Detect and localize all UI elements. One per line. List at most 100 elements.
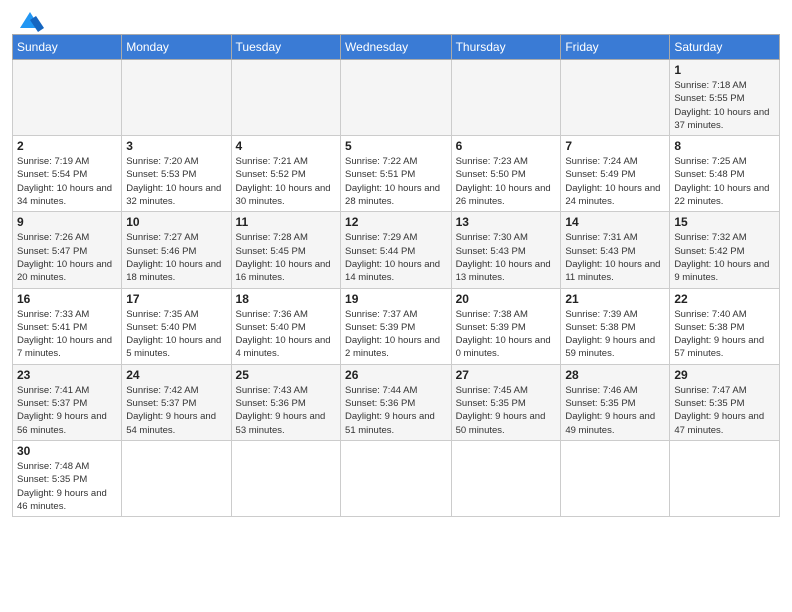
day-info: Sunrise: 7:43 AM Sunset: 5:36 PM Dayligh…	[236, 384, 337, 437]
calendar-cell: 4Sunrise: 7:21 AM Sunset: 5:52 PM Daylig…	[231, 136, 341, 212]
day-number: 22	[674, 292, 775, 306]
calendar-week-5: 23Sunrise: 7:41 AM Sunset: 5:37 PM Dayli…	[13, 364, 780, 440]
day-number: 14	[565, 215, 665, 229]
page: SundayMondayTuesdayWednesdayThursdayFrid…	[0, 0, 792, 612]
calendar-cell	[561, 440, 670, 516]
calendar-cell: 29 Sunrise: 7:47 AM Sunset: 5:35 PM Dayli…	[670, 364, 780, 440]
day-number: 8	[674, 139, 775, 153]
calendar-cell	[451, 60, 561, 136]
day-number: 10	[126, 215, 226, 229]
day-info: Sunrise: 7:29 AM Sunset: 5:44 PM Dayligh…	[345, 231, 447, 284]
day-info: Sunrise: 7:22 AM Sunset: 5:51 PM Dayligh…	[345, 155, 447, 208]
calendar-week-1: 1 Sunrise: 7:18 AM Sunset: 5:55 PM Daylig…	[13, 60, 780, 136]
day-number: 5	[345, 139, 447, 153]
day-number: 23	[17, 368, 117, 382]
calendar: SundayMondayTuesdayWednesdayThursdayFrid…	[12, 34, 780, 517]
day-info: Sunrise: 7:23 AM Sunset: 5:50 PM Dayligh…	[456, 155, 557, 208]
calendar-cell: 7Sunrise: 7:24 AM Sunset: 5:49 PM Daylig…	[561, 136, 670, 212]
calendar-cell	[231, 60, 341, 136]
day-number: 19	[345, 292, 447, 306]
calendar-cell: 16 Sunrise: 7:33 AM Sunset: 5:41 PM Dayli…	[13, 288, 122, 364]
weekday-header-friday: Friday	[561, 35, 670, 60]
day-info: Sunrise: 7:27 AM Sunset: 5:46 PM Dayligh…	[126, 231, 226, 284]
day-info: Sunrise: 7:48 AM Sunset: 5:35 PM Dayligh…	[17, 460, 117, 513]
day-number: 15	[674, 215, 775, 229]
day-info: Sunrise: 7:47 AM Sunset: 5:35 PM Dayligh…	[674, 384, 775, 437]
day-number: 29	[674, 368, 775, 382]
calendar-cell: 25 Sunrise: 7:43 AM Sunset: 5:36 PM Dayli…	[231, 364, 341, 440]
calendar-cell: 5 Sunrise: 7:22 AM Sunset: 5:51 PM Daylig…	[341, 136, 452, 212]
logo	[12, 10, 44, 28]
weekday-header-tuesday: Tuesday	[231, 35, 341, 60]
calendar-week-2: 2 Sunrise: 7:19 AM Sunset: 5:54 PM Daylig…	[13, 136, 780, 212]
day-number: 11	[236, 215, 337, 229]
calendar-cell	[13, 60, 122, 136]
calendar-cell: 24Sunrise: 7:42 AM Sunset: 5:37 PM Dayli…	[122, 364, 231, 440]
calendar-cell: 14 Sunrise: 7:31 AM Sunset: 5:43 PM Dayli…	[561, 212, 670, 288]
calendar-cell: 9Sunrise: 7:26 AM Sunset: 5:47 PM Daylig…	[13, 212, 122, 288]
day-info: Sunrise: 7:30 AM Sunset: 5:43 PM Dayligh…	[456, 231, 557, 284]
day-number: 25	[236, 368, 337, 382]
calendar-cell: 27 Sunrise: 7:45 AM Sunset: 5:35 PM Dayli…	[451, 364, 561, 440]
calendar-cell	[670, 440, 780, 516]
day-info: Sunrise: 7:19 AM Sunset: 5:54 PM Dayligh…	[17, 155, 117, 208]
day-number: 17	[126, 292, 226, 306]
calendar-cell: 2 Sunrise: 7:19 AM Sunset: 5:54 PM Daylig…	[13, 136, 122, 212]
day-info: Sunrise: 7:18 AM Sunset: 5:55 PM Dayligh…	[674, 79, 775, 132]
day-number: 26	[345, 368, 447, 382]
day-number: 7	[565, 139, 665, 153]
day-info: Sunrise: 7:35 AM Sunset: 5:40 PM Dayligh…	[126, 308, 226, 361]
day-info: Sunrise: 7:40 AM Sunset: 5:38 PM Dayligh…	[674, 308, 775, 361]
calendar-cell	[231, 440, 341, 516]
day-info: Sunrise: 7:36 AM Sunset: 5:40 PM Dayligh…	[236, 308, 337, 361]
day-info: Sunrise: 7:25 AM Sunset: 5:48 PM Dayligh…	[674, 155, 775, 208]
calendar-cell	[561, 60, 670, 136]
day-info: Sunrise: 7:37 AM Sunset: 5:39 PM Dayligh…	[345, 308, 447, 361]
calendar-cell: 3 Sunrise: 7:20 AM Sunset: 5:53 PM Daylig…	[122, 136, 231, 212]
calendar-cell: 10 Sunrise: 7:27 AM Sunset: 5:46 PM Dayli…	[122, 212, 231, 288]
day-number: 4	[236, 139, 337, 153]
calendar-cell: 17 Sunrise: 7:35 AM Sunset: 5:40 PM Dayli…	[122, 288, 231, 364]
calendar-cell: 6 Sunrise: 7:23 AM Sunset: 5:50 PM Daylig…	[451, 136, 561, 212]
day-number: 1	[674, 63, 775, 77]
day-number: 27	[456, 368, 557, 382]
calendar-cell: 11 Sunrise: 7:28 AM Sunset: 5:45 PM Dayli…	[231, 212, 341, 288]
day-number: 16	[17, 292, 117, 306]
day-info: Sunrise: 7:45 AM Sunset: 5:35 PM Dayligh…	[456, 384, 557, 437]
day-info: Sunrise: 7:33 AM Sunset: 5:41 PM Dayligh…	[17, 308, 117, 361]
calendar-cell	[451, 440, 561, 516]
calendar-cell: 1 Sunrise: 7:18 AM Sunset: 5:55 PM Daylig…	[670, 60, 780, 136]
day-info: Sunrise: 7:46 AM Sunset: 5:35 PM Dayligh…	[565, 384, 665, 437]
calendar-cell: 13 Sunrise: 7:30 AM Sunset: 5:43 PM Dayli…	[451, 212, 561, 288]
calendar-cell: 18Sunrise: 7:36 AM Sunset: 5:40 PM Dayli…	[231, 288, 341, 364]
logo-icon	[16, 10, 44, 32]
day-number: 13	[456, 215, 557, 229]
day-info: Sunrise: 7:20 AM Sunset: 5:53 PM Dayligh…	[126, 155, 226, 208]
calendar-week-4: 16 Sunrise: 7:33 AM Sunset: 5:41 PM Dayli…	[13, 288, 780, 364]
weekday-header-wednesday: Wednesday	[341, 35, 452, 60]
calendar-week-6: 30Sunrise: 7:48 AM Sunset: 5:35 PM Dayli…	[13, 440, 780, 516]
day-number: 24	[126, 368, 226, 382]
day-number: 2	[17, 139, 117, 153]
calendar-cell: 21Sunrise: 7:39 AM Sunset: 5:38 PM Dayli…	[561, 288, 670, 364]
calendar-cell	[341, 60, 452, 136]
day-number: 20	[456, 292, 557, 306]
calendar-week-3: 9Sunrise: 7:26 AM Sunset: 5:47 PM Daylig…	[13, 212, 780, 288]
day-number: 6	[456, 139, 557, 153]
calendar-cell	[122, 60, 231, 136]
day-info: Sunrise: 7:38 AM Sunset: 5:39 PM Dayligh…	[456, 308, 557, 361]
day-number: 28	[565, 368, 665, 382]
day-info: Sunrise: 7:39 AM Sunset: 5:38 PM Dayligh…	[565, 308, 665, 361]
calendar-cell: 30Sunrise: 7:48 AM Sunset: 5:35 PM Dayli…	[13, 440, 122, 516]
day-number: 3	[126, 139, 226, 153]
header	[12, 10, 780, 28]
weekday-header-thursday: Thursday	[451, 35, 561, 60]
calendar-cell: 23Sunrise: 7:41 AM Sunset: 5:37 PM Dayli…	[13, 364, 122, 440]
day-number: 9	[17, 215, 117, 229]
day-info: Sunrise: 7:28 AM Sunset: 5:45 PM Dayligh…	[236, 231, 337, 284]
day-info: Sunrise: 7:31 AM Sunset: 5:43 PM Dayligh…	[565, 231, 665, 284]
weekday-header-sunday: Sunday	[13, 35, 122, 60]
day-info: Sunrise: 7:32 AM Sunset: 5:42 PM Dayligh…	[674, 231, 775, 284]
calendar-cell: 12 Sunrise: 7:29 AM Sunset: 5:44 PM Dayli…	[341, 212, 452, 288]
day-number: 12	[345, 215, 447, 229]
